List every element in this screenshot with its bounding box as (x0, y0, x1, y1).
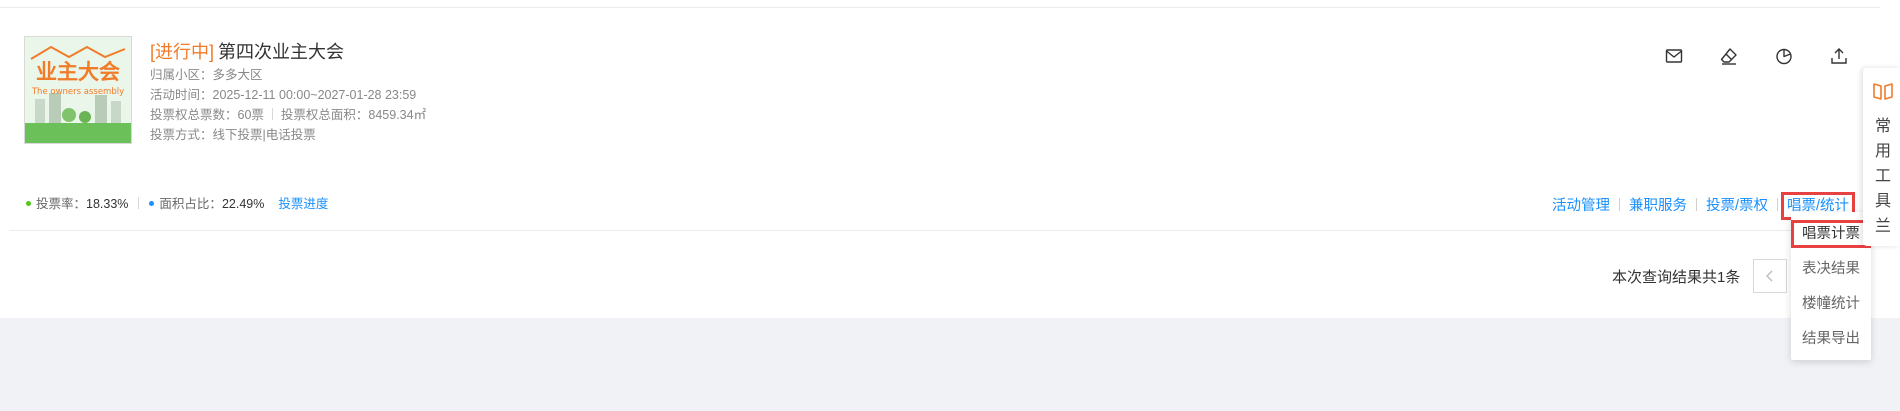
area-ratio-value: 22.49% (221, 197, 265, 211)
thumbnail-title: 业主大会 (36, 60, 120, 84)
upload-icon[interactable] (1829, 46, 1849, 66)
action-divider (1696, 198, 1697, 211)
period-text: 活动时间：2025-12-11 00:00~2027-01-28 23:59 (150, 88, 417, 102)
prev-page-button[interactable] (1753, 259, 1787, 293)
area-ratio-dot (149, 201, 155, 206)
vote-method-text: 投票方式：线下投票|电话投票 (150, 128, 316, 142)
main-panel: 业主大会 The owners assembly [进行中] 第四次业主大会 归属… (0, 0, 1900, 318)
vote-progress-link[interactable]: 投票进度 (278, 197, 328, 211)
part-time-service-link[interactable]: 兼职服务 (1629, 198, 1687, 214)
dropdown-item-voting-result[interactable]: 表决结果 (1791, 255, 1871, 283)
count-stats-dropdown: 唱票计票 表决结果 楼幢统计 结果导出 (1791, 212, 1871, 360)
thumbnail-subtitle: The owners assembly (31, 87, 124, 97)
vote-rate-label: 投票率： (36, 197, 87, 211)
stats-divider (138, 197, 140, 209)
action-divider (1619, 198, 1620, 211)
eraser-icon[interactable] (1719, 46, 1739, 66)
dropdown-item-building-stats[interactable]: 楼幢统计 (1791, 290, 1871, 318)
total-votes-text: 投票权总票数：60票 (150, 108, 264, 122)
pagination-info: 本次查询结果共1条 (1612, 269, 1741, 286)
toolbar-label: 常用工具兰 (1875, 118, 1892, 235)
event-thumbnail: 业主大会 The owners assembly (24, 36, 132, 144)
community-text: 归属小区：多多大区 (150, 68, 263, 82)
area-ratio-label: 面积占比： (159, 197, 222, 211)
card-icon-toolbar (1664, 46, 1849, 66)
vote-rate-dot (26, 201, 31, 206)
card-divider (9, 230, 1869, 231)
event-card: 业主大会 The owners assembly [进行中] 第四次业主大会 归属… (9, 8, 1864, 230)
vote-right-link[interactable]: 投票/票权 (1706, 198, 1768, 214)
vote-rate-value: 18.33% (86, 197, 129, 211)
chevron-left-icon (1766, 270, 1773, 282)
action-divider (1777, 198, 1779, 211)
mail-icon[interactable] (1664, 46, 1684, 66)
book-icon (1873, 83, 1893, 100)
total-area-text: 投票权总面积：8459.34㎡ (280, 108, 427, 122)
event-name: 第四次业主大会 (218, 42, 345, 62)
status-badge: [进行中] (150, 42, 215, 62)
pie-chart-icon[interactable] (1774, 46, 1794, 66)
dropdown-item-export-result[interactable]: 结果导出 (1791, 325, 1871, 353)
stats-row: 投票率：18.33% 面积占比：22.49% 投票进度 (26, 193, 328, 212)
event-title[interactable]: [进行中] 第四次业主大会 (150, 38, 344, 64)
activity-manage-link[interactable]: 活动管理 (1552, 198, 1610, 214)
dropdown-item-count-votes[interactable]: 唱票计票 (1791, 220, 1871, 248)
vote-totals: 投票权总票数：60票 投票权总面积：8459.34㎡ (150, 104, 426, 123)
meta-divider (271, 108, 273, 120)
common-tools-sidebar[interactable]: 常用工具兰 (1863, 68, 1900, 246)
